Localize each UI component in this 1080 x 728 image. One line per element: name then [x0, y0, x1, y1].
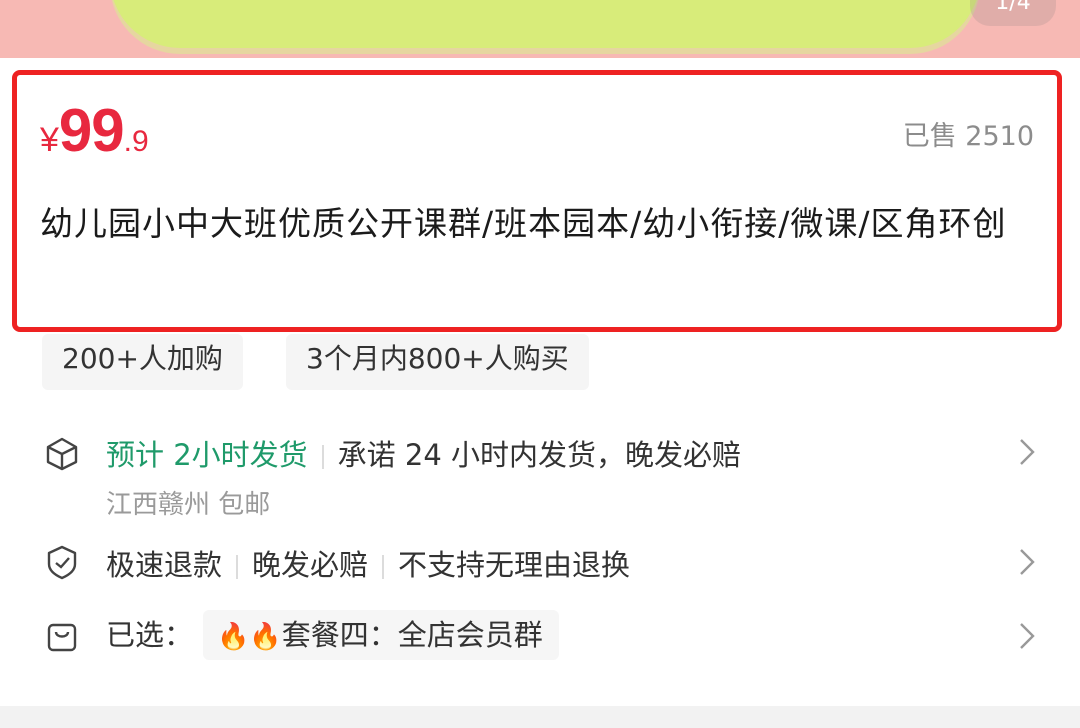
image-counter: 1/4 [970, 0, 1056, 26]
banner-shape [110, 0, 980, 48]
shipping-estimate: 预计 2小时发货 [106, 438, 308, 472]
shipping-promise: 承诺 24 小时内发货，晚发必赔 [337, 438, 742, 472]
price-integer: 99 [58, 97, 125, 164]
product-image-banner[interactable]: 1/4 [0, 0, 1080, 58]
chevron-right-icon[interactable] [1016, 436, 1038, 468]
shipping-row[interactable]: 预计 2小时发货 承诺 24 小时内发货，晚发必赔 [106, 432, 741, 474]
divider [236, 555, 239, 579]
currency-symbol: ¥ [40, 121, 59, 159]
selection-label: 已选： [106, 618, 194, 652]
product-price: ¥99.9 [40, 96, 149, 165]
bag-icon [44, 618, 80, 654]
price-decimal: .9 [123, 125, 149, 158]
tag-add-cart: 200+人加购 [42, 334, 243, 390]
shield-check-icon [44, 544, 80, 580]
service-row[interactable]: 极速退款 晚发必赔 不支持无理由退换 [106, 542, 630, 584]
service-item-late: 晚发必赔 [252, 548, 369, 582]
divider [382, 555, 385, 579]
service-item-return: 不支持无理由退换 [398, 548, 631, 582]
selection-option[interactable]: 🔥🔥套餐四：全店会员群 [203, 610, 559, 660]
shipping-location: 江西赣州 包邮 [106, 490, 271, 520]
fire-icon: 🔥🔥 [217, 622, 282, 652]
selection-option-text: 套餐四：全店会员群 [281, 618, 543, 652]
sold-count: 已售 2510 [902, 121, 1034, 152]
product-title: 幼儿园小中大班优质公开课群/班本园本/幼小衔接/微课/区角环创 [40, 204, 1007, 243]
chevron-right-icon[interactable] [1016, 546, 1038, 578]
tag-purchases: 3个月内800+人购买 [286, 334, 589, 390]
section-divider [0, 706, 1080, 728]
truck-box-icon [44, 436, 80, 472]
divider [321, 445, 324, 469]
selection-row[interactable]: 已选： 🔥🔥套餐四：全店会员群 [106, 610, 559, 660]
chevron-right-icon[interactable] [1016, 620, 1038, 652]
service-item-refund: 极速退款 [106, 548, 223, 582]
